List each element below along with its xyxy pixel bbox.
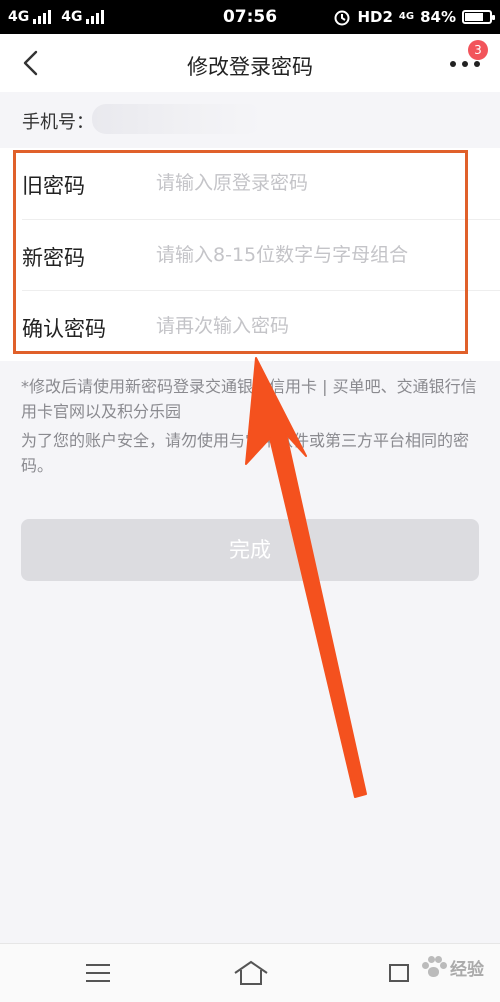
home-icon[interactable] (232, 958, 270, 988)
more-dot-icon (450, 61, 456, 67)
status-bar: 4G 4G 07:56 HD2 4G 84% (0, 0, 500, 34)
battery-percent: 84% (420, 8, 456, 26)
note-line-2: 为了您的账户安全，请勿使用与常用软件或第三方平台相同的密码。 (21, 431, 470, 475)
nav-bar: 修改登录密码 3 (0, 34, 500, 92)
status-icons: HD2 4G 84% (333, 8, 495, 26)
done-button[interactable]: 完成 (21, 519, 479, 581)
note-line-1: *修改后请使用新密码登录交通银行信用卡 | 买单吧、交通银行信用卡官网以及积分乐… (21, 377, 477, 421)
more-dot-icon (474, 61, 480, 67)
back-nav-icon[interactable] (387, 960, 413, 986)
watermark-text: 经验 (450, 959, 484, 980)
watermark: 经验 (420, 954, 484, 980)
notification-badge: 3 (468, 40, 488, 60)
account-row: 手机号： (0, 92, 500, 148)
system-nav-bar: 经验 (0, 943, 500, 1002)
menu-icon[interactable] (86, 964, 110, 982)
annotation-highlight-box (13, 150, 468, 354)
alarm-icon (334, 10, 350, 26)
network-type-3: 4G (398, 11, 415, 22)
battery-icon (462, 10, 495, 24)
more-dot-icon (462, 61, 468, 67)
paw-icon (420, 954, 447, 980)
password-notes: *修改后请使用新密码登录交通银行信用卡 | 买单吧、交通银行信用卡官网以及积分乐… (21, 374, 481, 482)
phone-number-redacted (92, 104, 262, 134)
page-title: 修改登录密码 (187, 55, 313, 79)
hd-indicator: HD2 (357, 8, 393, 26)
more-options-button[interactable]: 3 (446, 40, 488, 82)
phone-label: 手机号： (22, 112, 94, 133)
